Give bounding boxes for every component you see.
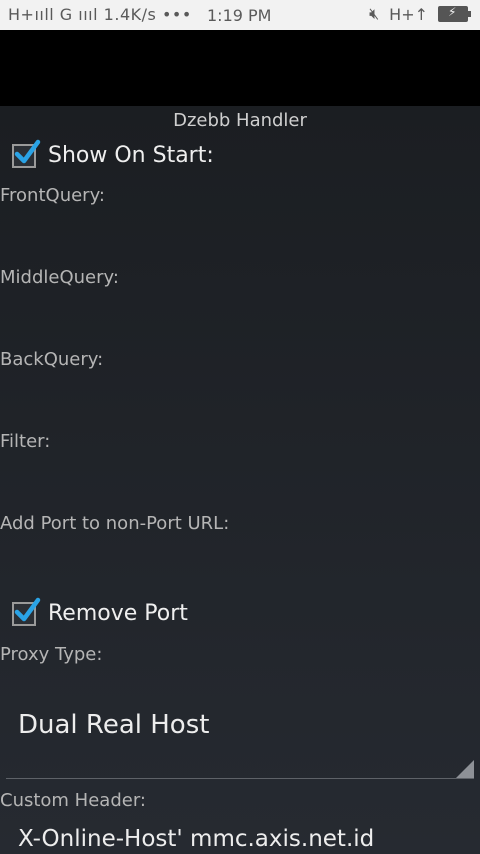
page-title: Dzebb Handler: [173, 110, 307, 131]
show-on-start-checkbox[interactable]: [12, 139, 41, 168]
middle-query-label: MiddleQuery:: [0, 267, 119, 288]
settings-panel: Dzebb Handler Show On Start: FrontQuery:…: [0, 106, 480, 854]
mute-icon: 🔇︎: [369, 4, 380, 23]
remove-port-checkbox[interactable]: [12, 597, 41, 626]
remove-port-label: Remove Port: [48, 601, 188, 626]
checkmark-icon: [14, 139, 41, 163]
signal-bars-icon: H+ııll G ıııl: [8, 5, 99, 24]
signal-info: H+ııll G ıııl 1.4K/s •••: [8, 5, 192, 24]
clock: 1:19 PM: [207, 6, 272, 25]
back-query-label: BackQuery:: [0, 349, 104, 370]
custom-header-input[interactable]: X-Online-Host' mmc.axis.net.id: [18, 826, 374, 852]
proxy-type-select[interactable]: Dual Real Host: [6, 686, 474, 779]
status-icons: 🔇︎ H+↑ ⚡: [369, 4, 471, 24]
remove-port-row[interactable]: Remove Port: [12, 597, 188, 626]
add-port-label: Add Port to non-Port URL:: [0, 513, 230, 534]
checkmark-icon: [14, 597, 41, 621]
front-query-label: FrontQuery:: [0, 185, 105, 206]
show-on-start-row[interactable]: Show On Start:: [12, 139, 214, 168]
dropdown-corner-icon: [456, 760, 474, 778]
network-type: H+↑: [389, 4, 428, 24]
app-action-bar: [0, 30, 480, 106]
network-speed: 1.4K/s: [103, 5, 157, 24]
battery-charging-icon: ⚡: [438, 5, 471, 22]
proxy-type-value: Dual Real Host: [18, 710, 210, 740]
more-notifications-icon: •••: [161, 5, 192, 24]
filter-label: Filter:: [0, 431, 51, 452]
show-on-start-label: Show On Start:: [48, 143, 214, 168]
status-bar: H+ııll G ıııl 1.4K/s ••• 1:19 PM 🔇︎ H+↑ …: [0, 0, 480, 30]
custom-header-label: Custom Header:: [0, 790, 146, 811]
proxy-type-label: Proxy Type:: [0, 644, 103, 665]
